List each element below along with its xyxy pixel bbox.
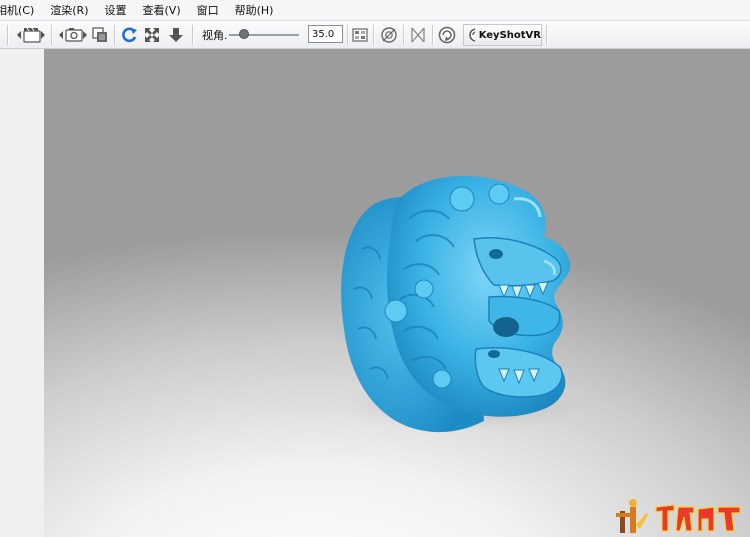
- geometry-view-icon: [411, 27, 425, 43]
- render-region-button[interactable]: [91, 24, 109, 46]
- toolbar-separator: [7, 25, 9, 45]
- fov-input[interactable]: [308, 25, 343, 43]
- menu-help[interactable]: 帮助(H): [227, 0, 282, 21]
- geometry-view-button[interactable]: [408, 24, 428, 46]
- render-region-icon: [92, 27, 107, 42]
- lighting-icon: [381, 27, 397, 43]
- toolbar-separator: [373, 25, 375, 45]
- toolbar-separator: [192, 25, 194, 45]
- keyshot-vr-label: KeyShotVR: [478, 29, 541, 41]
- woodworker-logo-icon: [616, 499, 648, 533]
- fit-view-button[interactable]: [143, 24, 161, 46]
- watermark-text: [655, 504, 741, 532]
- tone-mapping-button[interactable]: [351, 24, 369, 46]
- lighting-button[interactable]: [379, 24, 399, 46]
- menu-window[interactable]: 窗口: [189, 0, 227, 21]
- menu-bar: 相机(C) 渲染(R) 设置 查看(V) 窗口 帮助(H): [0, 0, 750, 21]
- menu-view[interactable]: 查看(V): [135, 0, 189, 21]
- keyshot-vr-button[interactable]: KeyShotVR: [463, 24, 542, 46]
- screenshot-icon: [59, 28, 87, 42]
- watermark-logo: [616, 499, 741, 533]
- toolbar-separator: [546, 25, 548, 45]
- left-panel: [0, 49, 44, 537]
- fov-slider-handle[interactable]: [239, 29, 249, 39]
- refresh-icon: [122, 27, 137, 43]
- screenshot-button[interactable]: [57, 24, 89, 46]
- menu-camera[interactable]: 相机(C): [0, 0, 42, 21]
- menu-settings[interactable]: 设置: [97, 0, 135, 21]
- toolbar-separator: [403, 25, 405, 45]
- keyshot-logo-button[interactable]: [437, 24, 457, 46]
- camera-prev-button[interactable]: [14, 24, 48, 46]
- vr-icon: [469, 28, 475, 42]
- toolbar-separator: [432, 25, 434, 45]
- render-viewport[interactable]: [44, 49, 750, 537]
- refresh-button[interactable]: [120, 24, 138, 46]
- fov-label: 视角.: [202, 29, 228, 42]
- fit-view-icon: [145, 28, 159, 42]
- toolbar: 视角. 35.0 KeyShotVR: [0, 21, 750, 49]
- keyshot-logo-icon: [438, 26, 456, 44]
- drop-to-ground-button[interactable]: [167, 24, 185, 46]
- film-camera-icon: [17, 27, 45, 43]
- toolbar-separator: [347, 25, 349, 45]
- toolbar-separator: [114, 25, 116, 45]
- toolbar-separator: [51, 25, 53, 45]
- menu-render[interactable]: 渲染(R): [42, 0, 96, 21]
- jade-lion-head-model[interactable]: [44, 49, 750, 537]
- tone-icon: [352, 28, 368, 42]
- drop-down-icon: [169, 28, 183, 42]
